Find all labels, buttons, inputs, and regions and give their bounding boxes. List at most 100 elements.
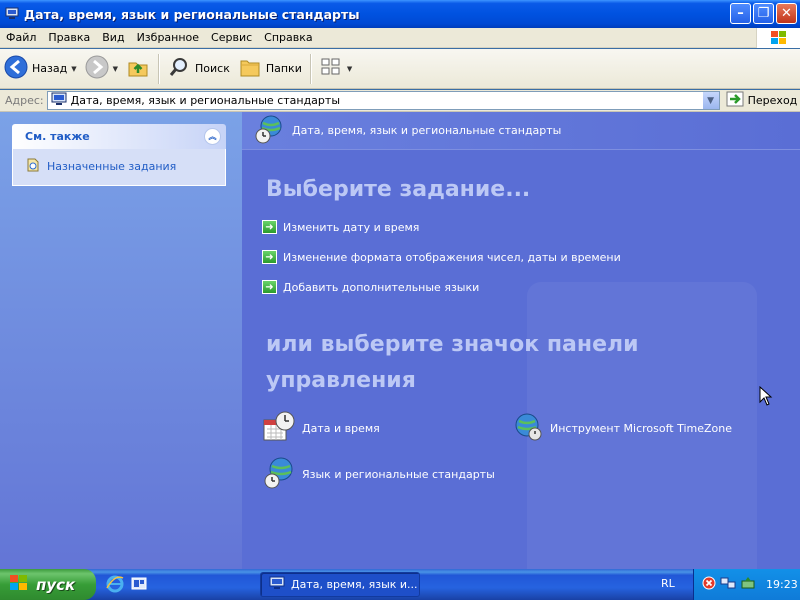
timezone-globe-icon bbox=[514, 412, 544, 445]
toolbar-separator bbox=[309, 53, 311, 84]
toolbar-separator bbox=[158, 53, 159, 84]
folders-icon bbox=[238, 55, 262, 82]
folders-button[interactable]: Папки bbox=[234, 52, 306, 86]
mouse-cursor-icon bbox=[759, 385, 773, 409]
pick-icon-heading-line2: управления bbox=[266, 368, 416, 393]
pick-icon-heading-line1: или выберите значок панели bbox=[266, 332, 639, 357]
main-content: Дата, время, язык и региональные стандар… bbox=[242, 112, 800, 569]
address-dropdown-button[interactable]: ▼ bbox=[701, 92, 719, 109]
search-label: Поиск bbox=[195, 62, 230, 75]
pick-icon-heading: или выберите значок панели управления bbox=[266, 327, 639, 399]
system-tray: 19:23 bbox=[693, 569, 800, 600]
control-panel-icon bbox=[51, 92, 67, 109]
internet-explorer-icon[interactable] bbox=[106, 575, 124, 596]
control-panel-icon bbox=[4, 6, 20, 22]
see-also-panel: См. также ︽ Назначенные задания bbox=[12, 124, 226, 186]
search-button[interactable]: Поиск bbox=[163, 52, 234, 86]
toolbar: Назад ▼ ▼ Поиск Папки ▼ bbox=[0, 49, 800, 89]
globe-clock-icon bbox=[262, 456, 296, 493]
taskbar-window-label: Дата, время, язык и... bbox=[291, 578, 418, 591]
menu-help[interactable]: Справка bbox=[258, 29, 318, 47]
content-header: Дата, время, язык и региональные стандар… bbox=[242, 112, 800, 150]
forward-dropdown-icon[interactable]: ▼ bbox=[113, 65, 118, 73]
forward-arrow-icon bbox=[85, 55, 109, 82]
forward-button[interactable]: ▼ bbox=[81, 52, 122, 86]
address-label: Адрес: bbox=[5, 94, 44, 107]
minimize-button[interactable]: – bbox=[730, 3, 751, 24]
folder-up-icon bbox=[126, 55, 150, 82]
content-header-title: Дата, время, язык и региональные стандар… bbox=[292, 124, 562, 137]
task-arrow-icon: ➜ bbox=[262, 280, 277, 294]
menu-favorites[interactable]: Избранное bbox=[131, 29, 205, 47]
start-label: пуск bbox=[36, 575, 76, 594]
start-button[interactable]: пуск bbox=[0, 569, 96, 600]
quick-launch bbox=[106, 575, 148, 596]
timezone-tool-label: Инструмент Microsoft TimeZone bbox=[550, 422, 733, 435]
task-change-date-time[interactable]: ➜ Изменить дату и время bbox=[262, 220, 419, 234]
taskbar: пуск Дата, время, язык и... RL 19:23 bbox=[0, 569, 800, 600]
task-add-languages[interactable]: ➜ Добавить дополнительные языки bbox=[262, 280, 479, 294]
pick-task-heading: Выберите задание... bbox=[266, 177, 531, 202]
see-also-body: Назначенные задания bbox=[12, 149, 226, 186]
maximize-button[interactable]: ❐ bbox=[753, 3, 774, 24]
control-panel-icon bbox=[269, 576, 285, 593]
clock[interactable]: 19:23 bbox=[766, 578, 798, 591]
menu-view[interactable]: Вид bbox=[96, 29, 130, 47]
network-icon[interactable] bbox=[720, 576, 736, 593]
taskbar-window-button[interactable]: Дата, время, язык и... bbox=[260, 572, 420, 597]
title-bar[interactable]: Дата, время, язык и региональные стандар… bbox=[0, 0, 800, 28]
address-input[interactable]: Дата, время, язык и региональные стандар… bbox=[46, 91, 720, 110]
close-icon: ✕ bbox=[781, 6, 792, 21]
menu-file[interactable]: Файл bbox=[0, 29, 42, 47]
views-button[interactable]: ▼ bbox=[315, 52, 356, 86]
scheduled-tasks-icon bbox=[25, 157, 41, 176]
up-button[interactable] bbox=[122, 52, 154, 86]
maximize-icon: ❐ bbox=[757, 6, 770, 21]
regional-settings-applet[interactable]: Язык и региональные стандарты bbox=[262, 456, 495, 493]
regional-settings-label: Язык и региональные стандарты bbox=[302, 468, 495, 481]
see-also-title: См. также bbox=[25, 130, 90, 143]
search-icon bbox=[167, 55, 191, 82]
back-button[interactable]: Назад ▼ bbox=[0, 52, 81, 86]
back-label: Назад bbox=[32, 62, 68, 75]
chevron-down-icon: ▼ bbox=[707, 95, 715, 106]
timezone-tool-applet[interactable]: Инструмент Microsoft TimeZone bbox=[514, 412, 732, 445]
globe-clock-icon bbox=[254, 114, 284, 147]
folders-label: Папки bbox=[265, 62, 302, 75]
task-pane: См. также ︽ Назначенные задания bbox=[0, 112, 242, 569]
views-dropdown-icon[interactable]: ▼ bbox=[347, 65, 352, 73]
task-label: Изменение формата отображения чисел, дат… bbox=[283, 250, 621, 264]
task-label: Изменить дату и время bbox=[283, 220, 420, 234]
menu-tools[interactable]: Сервис bbox=[205, 29, 258, 47]
calendar-clock-icon bbox=[262, 410, 296, 447]
minimize-icon: – bbox=[737, 6, 744, 21]
show-desktop-icon[interactable] bbox=[130, 575, 148, 596]
back-arrow-icon bbox=[4, 55, 28, 82]
scheduled-tasks-link[interactable]: Назначенные задания bbox=[25, 157, 215, 176]
task-arrow-icon: ➜ bbox=[262, 250, 277, 264]
go-label: Переход bbox=[747, 94, 798, 107]
see-also-header[interactable]: См. также ︽ bbox=[12, 124, 226, 149]
menu-bar: Файл Правка Вид Избранное Сервис Справка bbox=[0, 28, 800, 48]
back-dropdown-icon[interactable]: ▼ bbox=[71, 65, 76, 73]
address-value: Дата, время, язык и региональные стандар… bbox=[70, 94, 341, 107]
collapse-icon[interactable]: ︽ bbox=[204, 128, 221, 145]
task-change-number-format[interactable]: ➜ Изменение формата отображения чисел, д… bbox=[262, 250, 621, 264]
date-time-applet[interactable]: Дата и время bbox=[262, 410, 380, 447]
go-button[interactable]: Переход bbox=[726, 91, 798, 110]
task-arrow-icon: ➜ bbox=[262, 220, 277, 234]
security-alert-icon[interactable] bbox=[702, 576, 716, 593]
safely-remove-icon[interactable] bbox=[740, 576, 756, 593]
language-indicator[interactable]: RL bbox=[661, 577, 675, 590]
views-icon bbox=[319, 55, 343, 82]
scheduled-tasks-label: Назначенные задания bbox=[47, 160, 177, 173]
go-arrow-icon bbox=[726, 91, 744, 110]
close-button[interactable]: ✕ bbox=[776, 3, 797, 24]
task-label: Добавить дополнительные языки bbox=[283, 280, 480, 294]
windows-logo bbox=[756, 28, 800, 48]
date-time-label: Дата и время bbox=[302, 422, 380, 435]
window-title: Дата, время, язык и региональные стандар… bbox=[24, 6, 360, 22]
address-bar: Адрес: Дата, время, язык и региональные … bbox=[0, 90, 800, 112]
windows-flag-icon bbox=[8, 573, 30, 597]
menu-edit[interactable]: Правка bbox=[42, 29, 96, 47]
